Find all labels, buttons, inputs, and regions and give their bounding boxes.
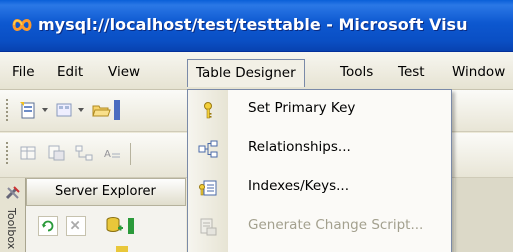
menu-view[interactable]: View (108, 62, 140, 82)
chevron-down-icon[interactable] (78, 108, 84, 112)
toolbox-side-tab[interactable]: Toolbox (0, 178, 26, 252)
title-bar: mysql://localhost/test/testtable - Micro… (0, 0, 513, 52)
save-icon[interactable] (114, 100, 120, 120)
menu-item-generate-change-script[interactable]: Generate Change Script... (188, 208, 451, 246)
refresh-icon[interactable] (38, 216, 58, 236)
toolbar-grip[interactable] (5, 98, 9, 122)
toolbox-label: Toolbox (5, 208, 18, 250)
menu-table-designer[interactable]: Table Designer (187, 59, 305, 87)
relationships-icon (198, 140, 218, 158)
menu-window[interactable]: Window (452, 62, 505, 82)
menu-tools[interactable]: Tools (340, 62, 373, 82)
toolbar-grip[interactable] (5, 141, 9, 165)
query-icon[interactable] (46, 143, 66, 163)
open-folder-icon[interactable] (91, 100, 111, 120)
add-item-icon[interactable] (54, 100, 74, 120)
table-designer-dropdown: Set Primary Key Relationships... Indexes… (187, 89, 452, 252)
editor-area (455, 178, 513, 252)
visual-studio-icon (12, 19, 32, 31)
indexes-icon (199, 180, 217, 196)
menu-edit[interactable]: Edit (57, 62, 83, 82)
new-project-icon[interactable] (18, 100, 38, 120)
menu-item-label: Generate Change Script... (248, 217, 424, 233)
rename-icon[interactable]: A (102, 143, 122, 163)
script-icon (200, 218, 217, 236)
server-explorer-header: Server Explorer (26, 178, 186, 206)
menu-test[interactable]: Test (398, 62, 425, 82)
relationship-toolbar-icon[interactable] (74, 143, 94, 163)
toolbar-separator (130, 143, 131, 165)
stop-icon[interactable] (66, 216, 86, 236)
server-explorer-toolbar (26, 206, 186, 252)
menu-item-indexes-keys[interactable]: Indexes/Keys... (188, 169, 451, 207)
server-explorer-title: Server Explorer (55, 184, 156, 199)
connect-database-icon[interactable] (104, 215, 124, 235)
menu-file[interactable]: File (12, 62, 35, 82)
menu-item-label: Relationships... (248, 139, 351, 155)
key-icon (204, 102, 212, 119)
menu-item-label: Indexes/Keys... (248, 178, 350, 194)
connect-server-icon[interactable] (128, 218, 134, 234)
chevron-down-icon[interactable] (42, 108, 48, 112)
toolbox-icon (5, 186, 20, 200)
svg-text:A: A (104, 149, 111, 160)
menu-item-label: Set Primary Key (248, 100, 356, 116)
menu-bar: File Edit View Table Designer Tools Test… (0, 52, 513, 90)
menu-item-set-primary-key[interactable]: Set Primary Key (188, 91, 451, 129)
table-icon[interactable] (18, 143, 38, 163)
tree-node-icon (116, 246, 128, 252)
menu-item-relationships[interactable]: Relationships... (188, 130, 451, 168)
window-title: mysql://localhost/test/testtable - Micro… (38, 15, 468, 34)
